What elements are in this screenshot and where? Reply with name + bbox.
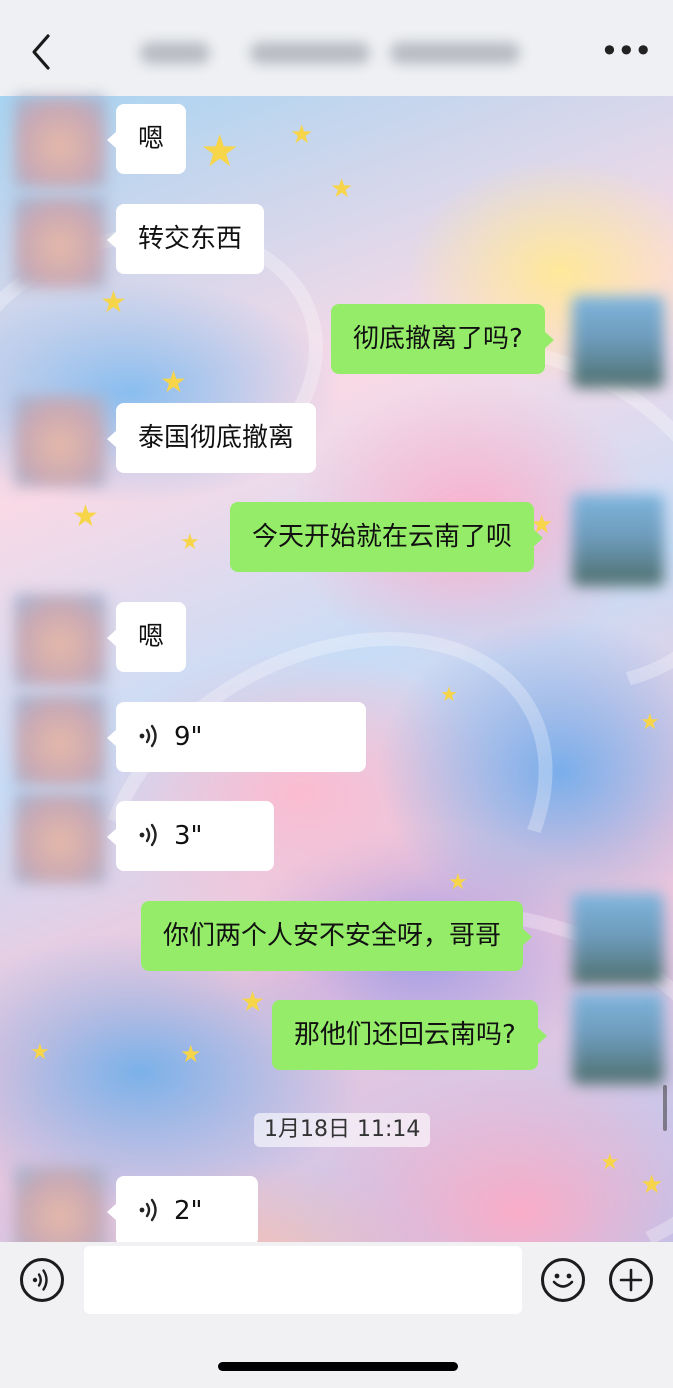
- voice-duration: 2": [174, 1196, 203, 1226]
- star-decoration: ★: [440, 682, 458, 706]
- message-text: 你们两个人安不安全呀，哥哥: [163, 921, 502, 951]
- message-bubble-outgoing[interactable]: 今天开始就在云南了呗: [230, 502, 544, 572]
- contact-avatar[interactable]: [14, 96, 106, 188]
- message-input[interactable]: [84, 1246, 522, 1314]
- add-button[interactable]: [609, 1258, 653, 1302]
- message-bubble-outgoing[interactable]: 那他们还回云南吗?: [272, 1000, 547, 1070]
- star-decoration: ★: [290, 120, 314, 150]
- contact-avatar[interactable]: [14, 694, 106, 786]
- voice-message-bubble[interactable]: 9": [107, 702, 366, 772]
- back-button[interactable]: [22, 28, 62, 76]
- chat-scrollbar[interactable]: [663, 1085, 667, 1131]
- chat-header: •••: [0, 0, 673, 96]
- plus-circle-icon: [619, 1268, 643, 1292]
- message-bubble-incoming[interactable]: 嗯: [106, 104, 187, 174]
- my-avatar[interactable]: [572, 296, 664, 388]
- contact-avatar[interactable]: [14, 594, 106, 686]
- my-avatar[interactable]: [572, 494, 664, 586]
- emoji-icon: [552, 1273, 574, 1288]
- message-timestamp: 1月18日 11:14: [254, 1113, 431, 1147]
- voice-wave-icon: [139, 724, 157, 747]
- star-decoration: ★: [240, 985, 266, 1018]
- star-decoration: ★: [72, 499, 99, 534]
- star-decoration: ★: [100, 285, 127, 320]
- star-decoration: ★: [180, 530, 200, 555]
- contact-avatar[interactable]: [14, 196, 106, 288]
- message-bubble-outgoing[interactable]: 彻底撤离了吗?: [331, 304, 554, 374]
- voice-input-button[interactable]: [20, 1258, 64, 1302]
- message-text: 今天开始就在云南了呗: [252, 522, 513, 552]
- star-decoration: ★: [180, 1040, 202, 1068]
- message-bubble-incoming[interactable]: 嗯: [106, 602, 187, 672]
- voice-duration: 3": [174, 821, 203, 851]
- message-text: 嗯: [138, 622, 165, 652]
- star-decoration: ★: [600, 1150, 620, 1175]
- more-dots-icon: •••: [600, 32, 653, 70]
- contact-avatar[interactable]: [14, 395, 106, 487]
- star-decoration: ★: [640, 1170, 664, 1200]
- message-text: 泰国彻底撤离: [138, 423, 295, 453]
- chat-screen: ★ ★ ★ ★ ★ ★ ★ ★ ★ ★ ★ ★ ★ ★ ★ ★ ••• 嗯 转交…: [0, 0, 673, 1388]
- more-options-button[interactable]: •••: [600, 35, 653, 70]
- message-bubble-incoming[interactable]: 转交东西: [106, 204, 265, 274]
- star-decoration: ★: [30, 1040, 50, 1065]
- voice-message-bubble[interactable]: 2": [107, 1176, 258, 1246]
- my-avatar[interactable]: [572, 893, 664, 985]
- voice-message-bubble[interactable]: 3": [107, 801, 274, 871]
- voice-duration: 9": [174, 722, 203, 752]
- star-decoration: ★: [330, 174, 354, 204]
- message-bubble-outgoing[interactable]: 你们两个人安不安全呀，哥哥: [141, 901, 533, 971]
- my-avatar[interactable]: [572, 992, 664, 1084]
- star-decoration: ★: [200, 126, 240, 177]
- emoji-button[interactable]: [541, 1258, 585, 1302]
- home-indicator[interactable]: [218, 1362, 458, 1371]
- chevron-left-icon: [32, 34, 50, 70]
- voice-wave-icon: [139, 823, 157, 846]
- star-decoration: ★: [640, 710, 660, 735]
- contact-avatar[interactable]: [14, 792, 106, 884]
- message-text: 转交东西: [138, 224, 243, 254]
- message-text: 那他们还回云南吗?: [294, 1020, 516, 1050]
- message-text: 嗯: [138, 124, 165, 154]
- message-text: 彻底撤离了吗?: [353, 324, 523, 354]
- chat-title: [140, 34, 530, 72]
- voice-wave-icon: [139, 1198, 157, 1221]
- star-decoration: ★: [448, 870, 468, 895]
- voice-input-icon: [32, 1269, 48, 1291]
- star-decoration: ★: [160, 365, 187, 400]
- message-bubble-incoming[interactable]: 泰国彻底撤离: [106, 403, 317, 473]
